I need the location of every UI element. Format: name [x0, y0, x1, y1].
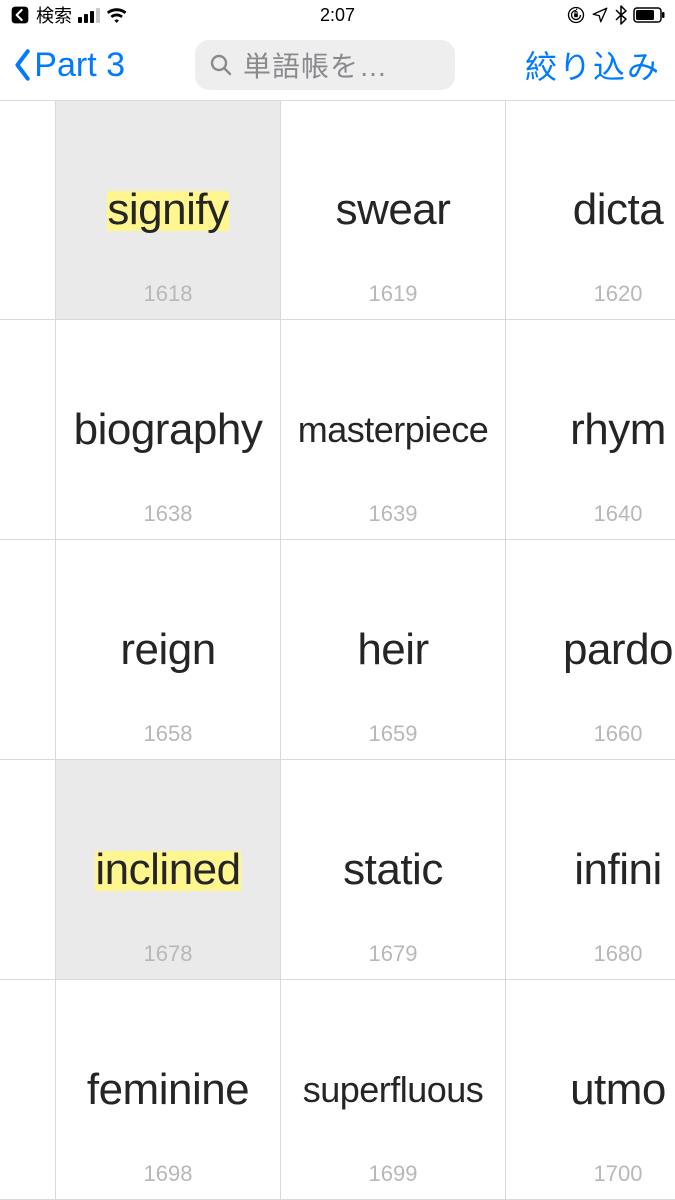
word-number: 1639: [281, 501, 505, 527]
word-text: rhym: [570, 405, 666, 454]
word-number: 1660: [506, 721, 675, 747]
battery-icon: [633, 7, 665, 23]
status-time: 2:07: [320, 5, 355, 26]
word-cell[interactable]: pardo 1660: [506, 540, 675, 760]
word-cell[interactable]: infini 1680: [506, 760, 675, 980]
word-text: infini: [574, 845, 662, 894]
word-text: signify: [107, 185, 228, 234]
word-cell[interactable]: masterpiece 1639: [281, 320, 506, 540]
word-number: 1679: [281, 941, 505, 967]
word-cell[interactable]: rhym 1640: [506, 320, 675, 540]
word-text: feminine: [87, 1065, 249, 1114]
chevron-left-icon: [14, 49, 32, 81]
word-text: masterpiece: [298, 409, 489, 450]
word-text: static: [343, 845, 443, 894]
word-cell[interactable]: ct: [0, 100, 56, 320]
bluetooth-icon: [615, 5, 627, 25]
word-cell[interactable]: biography 1638: [56, 320, 281, 540]
word-number: 1680: [506, 941, 675, 967]
word-number: 1698: [56, 1161, 280, 1187]
status-left: 検索: [10, 2, 127, 28]
word-cell[interactable]: le: [0, 760, 56, 980]
word-cell[interactable]: feminine 1698: [56, 980, 281, 1200]
search-icon: [209, 53, 233, 77]
back-label: Part 3: [34, 46, 125, 85]
word-cell[interactable]: dicta 1620: [506, 100, 675, 320]
status-bar: 検索 2:07: [0, 0, 675, 30]
grid-row: le inclined 1678 static 1679 infini 1680: [0, 760, 675, 980]
back-button[interactable]: Part 3: [14, 46, 125, 85]
word-cell[interactable]: superfluous 1699: [281, 980, 506, 1200]
grid-row: chy reign 1658 heir 1659 pardo 1660: [0, 540, 675, 760]
search-input[interactable]: 単語帳を…: [195, 40, 455, 90]
word-cell[interactable]: chy: [0, 540, 56, 760]
word-number: 1638: [56, 501, 280, 527]
word-number: 1659: [281, 721, 505, 747]
word-text: dicta: [573, 185, 663, 234]
word-text: superfluous: [303, 1069, 484, 1110]
word-cell[interactable]: static 1679: [281, 760, 506, 980]
grid-row: ct signify 1618 swear 1619 dicta 1620: [0, 100, 675, 320]
word-number: 1618: [56, 281, 280, 307]
word-text: utmo: [570, 1065, 666, 1114]
wifi-icon: [106, 7, 127, 23]
app-back-icon: [10, 5, 30, 25]
word-cell[interactable]: heir 1659: [281, 540, 506, 760]
word-number: 1700: [506, 1161, 675, 1187]
signal-icon: [78, 8, 100, 23]
word-text: biography: [74, 405, 263, 454]
nav-bar: Part 3 単語帳を… 絞り込み: [0, 30, 675, 100]
word-grid: ctsignify1618swear1619dicta1620ediabiogr…: [0, 100, 675, 1200]
word-number: 1678: [56, 941, 280, 967]
filter-button[interactable]: 絞り込み: [525, 42, 661, 88]
word-cell[interactable]: edia: [0, 320, 56, 540]
status-right: [567, 5, 665, 25]
word-text: reign: [120, 625, 215, 674]
status-search-label: 検索: [36, 2, 72, 28]
grid-row: ine feminine 1698 superfluous 1699 utmo 1700: [0, 980, 675, 1200]
location-icon: [591, 6, 609, 24]
word-number: 1619: [281, 281, 505, 307]
search-placeholder: 単語帳を…: [243, 45, 388, 85]
word-text: inclined: [95, 845, 240, 894]
word-number: 1699: [281, 1161, 505, 1187]
word-cell[interactable]: inclined 1678: [56, 760, 281, 980]
word-number: 1658: [56, 721, 280, 747]
word-cell[interactable]: reign 1658: [56, 540, 281, 760]
word-grid-viewport: ctsignify1618swear1619dicta1620ediabiogr…: [0, 100, 675, 1200]
word-number: 1620: [506, 281, 675, 307]
word-text: pardo: [563, 625, 673, 674]
word-cell[interactable]: utmo 1700: [506, 980, 675, 1200]
word-cell[interactable]: ine: [0, 980, 56, 1200]
word-text: swear: [336, 185, 451, 234]
grid-row: edia biography 1638 masterpiece 1639 rhym 1640: [0, 320, 675, 540]
word-cell[interactable]: signify 1618: [56, 100, 281, 320]
word-number: 1640: [506, 501, 675, 527]
orientation-lock-icon: [567, 6, 585, 24]
word-cell[interactable]: swear 1619: [281, 100, 506, 320]
word-text: heir: [357, 625, 428, 674]
